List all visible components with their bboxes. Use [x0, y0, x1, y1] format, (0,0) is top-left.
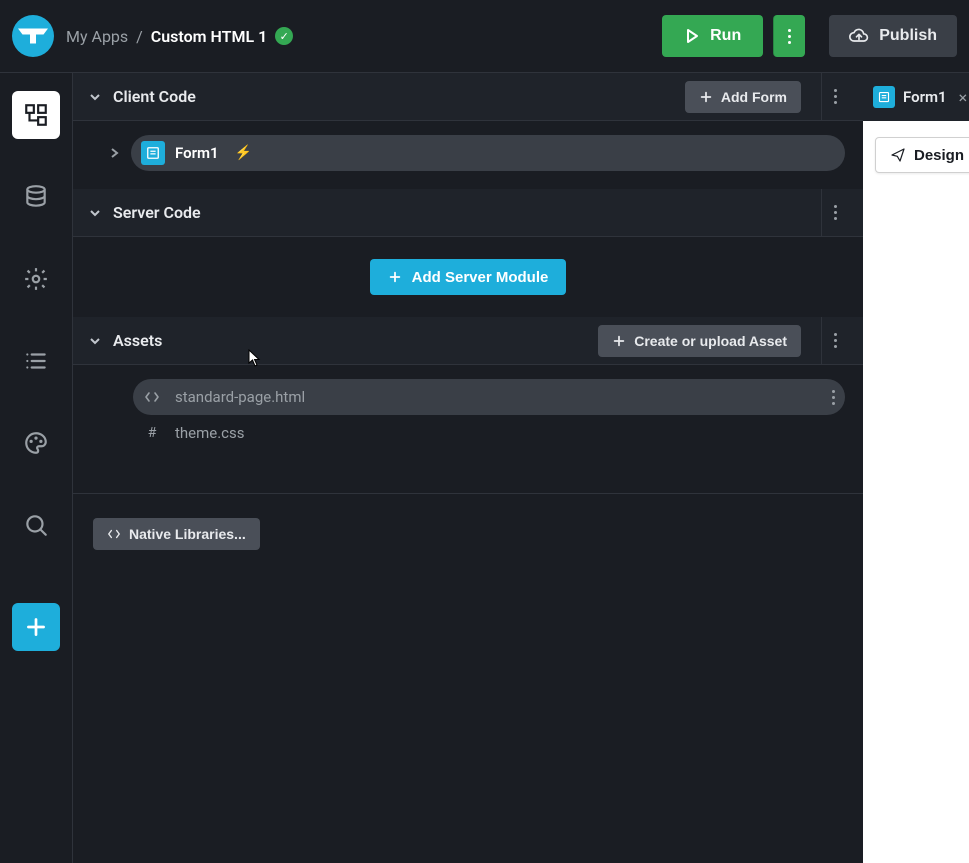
asset-item-label: theme.css — [175, 424, 245, 442]
app-header: My Apps / Custom HTML 1 ✓ Run Publish — [0, 0, 969, 72]
left-nav-rail — [0, 72, 72, 863]
startup-form-icon: ⚡ — [235, 145, 252, 161]
client-code-body: Form1 ⚡ — [73, 121, 863, 189]
section-header-assets[interactable]: Assets Create or upload Asset — [73, 317, 863, 365]
chevron-down-icon — [87, 205, 103, 221]
asset-item-standard-page[interactable]: standard-page.html — [133, 379, 845, 415]
native-libraries-button[interactable]: Native Libraries... — [93, 518, 260, 550]
editor-tab-form1[interactable]: Form1 — [873, 86, 947, 108]
paper-plane-icon — [890, 147, 906, 163]
tree-structure-icon — [23, 102, 49, 128]
server-code-body: Add Server Module — [73, 237, 863, 317]
expand-toggle[interactable] — [105, 148, 123, 158]
gear-icon — [23, 266, 49, 292]
plus-icon — [699, 90, 713, 104]
form-item-form1[interactable]: Form1 ⚡ — [131, 135, 845, 171]
asset-item-theme-css[interactable]: # theme.css — [133, 415, 845, 451]
publish-button-label: Publish — [879, 27, 937, 45]
form-icon — [873, 86, 895, 108]
sidebar-item-settings[interactable] — [12, 255, 60, 303]
more-icon — [834, 89, 837, 104]
more-icon — [834, 205, 837, 220]
client-code-more-button[interactable] — [821, 73, 849, 121]
publish-button[interactable]: Publish — [829, 15, 957, 57]
right-panel: Form1 × Design — [863, 72, 969, 863]
form-item-row: Form1 ⚡ — [105, 135, 845, 171]
section-title: Client Code — [113, 87, 196, 106]
editor-tabbar: Form1 × — [863, 73, 969, 121]
create-asset-button[interactable]: Create or upload Asset — [598, 325, 801, 357]
breadcrumb-parent[interactable]: My Apps — [66, 27, 128, 46]
design-mode-button[interactable]: Design — [875, 137, 969, 173]
section-title: Assets — [113, 331, 162, 350]
chevron-down-icon — [87, 333, 103, 349]
server-code-more-button[interactable] — [821, 189, 849, 237]
run-more-button[interactable] — [773, 15, 805, 57]
app-browser-panel: Client Code Add Form Form1 ⚡ — [72, 72, 863, 863]
anvil-logo-icon — [15, 22, 51, 50]
assets-more-button[interactable] — [821, 317, 849, 365]
run-button[interactable]: Run — [662, 15, 763, 57]
breadcrumb: My Apps / Custom HTML 1 ✓ — [66, 27, 293, 46]
run-button-label: Run — [710, 27, 741, 45]
list-icon — [23, 348, 49, 374]
editor-tab-label: Form1 — [903, 88, 947, 106]
breadcrumb-separator: / — [136, 27, 143, 46]
section-header-client-code[interactable]: Client Code Add Form — [73, 73, 863, 121]
plus-icon — [388, 270, 402, 284]
add-form-button[interactable]: Add Form — [685, 81, 801, 113]
native-libraries-label: Native Libraries... — [129, 526, 246, 542]
code-icon — [107, 527, 121, 541]
hash-icon: # — [143, 425, 161, 441]
logo[interactable] — [12, 15, 54, 57]
plus-icon — [612, 334, 626, 348]
section-header-server-code[interactable]: Server Code — [73, 189, 863, 237]
more-icon — [832, 390, 835, 405]
design-button-label: Design — [914, 147, 964, 164]
cloud-upload-icon — [849, 26, 869, 46]
section-title: Server Code — [113, 203, 201, 222]
code-icon — [143, 389, 161, 405]
palette-icon — [23, 430, 49, 456]
native-libraries-section: Native Libraries... — [73, 493, 863, 562]
add-server-module-label: Add Server Module — [412, 269, 549, 286]
asset-item-more-button[interactable] — [832, 390, 835, 405]
form-icon — [141, 141, 165, 165]
more-icon — [788, 29, 791, 44]
more-icon — [834, 333, 837, 348]
chevron-down-icon — [87, 89, 103, 105]
sidebar-item-list[interactable] — [12, 337, 60, 385]
play-icon — [684, 28, 700, 44]
breadcrumb-current[interactable]: Custom HTML 1 — [151, 27, 267, 46]
status-check-icon: ✓ — [275, 27, 293, 45]
sidebar-item-data[interactable] — [12, 173, 60, 221]
chevron-right-icon — [109, 148, 119, 158]
plus-icon — [23, 614, 49, 640]
database-icon — [23, 184, 49, 210]
create-asset-label: Create or upload Asset — [634, 333, 787, 349]
sidebar-item-add[interactable] — [12, 603, 60, 651]
add-server-module-button[interactable]: Add Server Module — [370, 259, 567, 295]
form-item-label: Form1 — [175, 144, 219, 162]
search-icon — [23, 512, 49, 538]
add-form-label: Add Form — [721, 89, 787, 105]
close-tab-button[interactable]: × — [959, 88, 968, 107]
sidebar-item-search[interactable] — [12, 501, 60, 549]
sidebar-item-theme[interactable] — [12, 419, 60, 467]
sidebar-item-app-browser[interactable] — [12, 91, 60, 139]
asset-item-label: standard-page.html — [175, 388, 305, 406]
assets-body: standard-page.html # theme.css — [73, 365, 863, 469]
